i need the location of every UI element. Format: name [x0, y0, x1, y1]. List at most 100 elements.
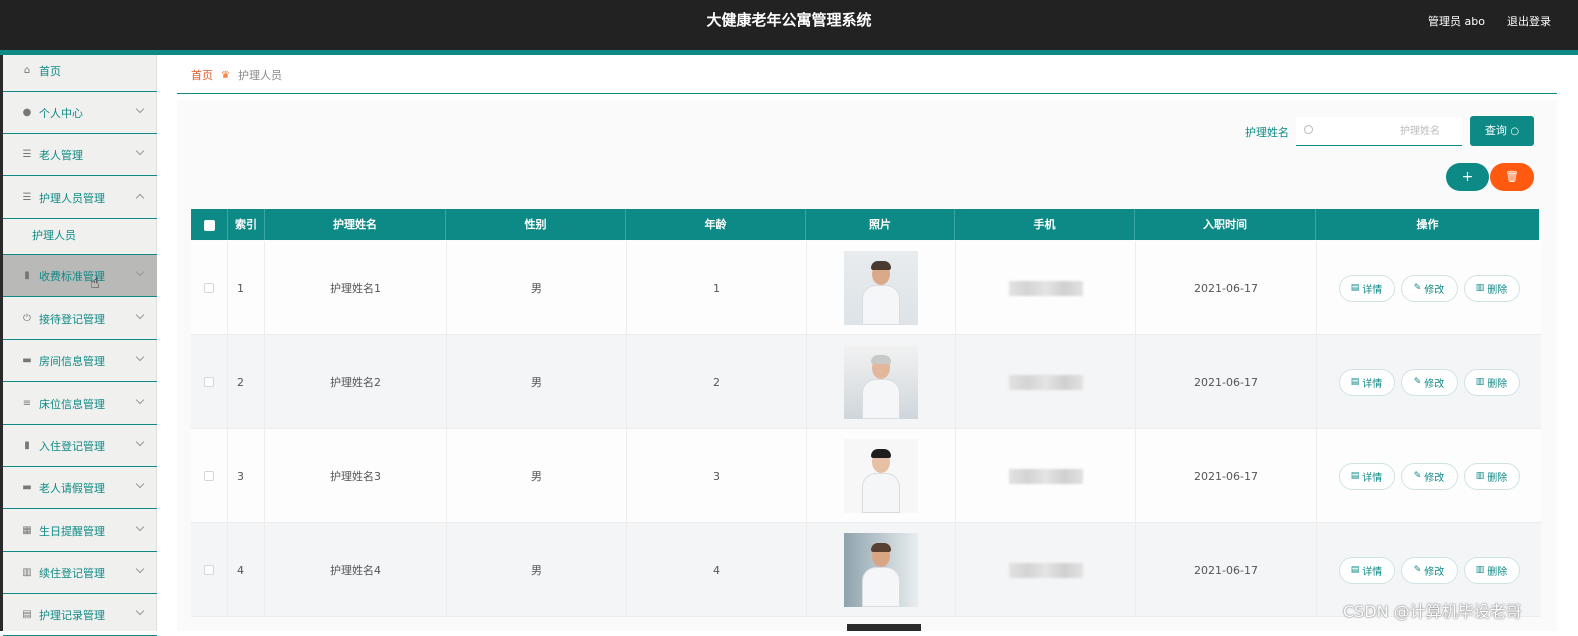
- pencil-icon: ✎: [1413, 283, 1422, 293]
- batch-delete-button[interactable]: 🗑: [1490, 163, 1534, 191]
- age-cell: 4: [627, 523, 807, 617]
- sidebar-item-care-records[interactable]: ▤ 护理记录管理: [3, 594, 157, 636]
- sidebar-item-label: 房间信息管理: [39, 354, 105, 368]
- sidebar-item-bed-info[interactable]: ≡ 床位信息管理: [3, 383, 157, 425]
- document-icon: ▤: [1350, 283, 1360, 293]
- age-cell: 1: [627, 241, 807, 335]
- chevron-down-icon: [135, 564, 145, 574]
- phone-redacted: [1008, 374, 1083, 390]
- grid-icon: ▦: [22, 525, 32, 536]
- detail-button[interactable]: ▤ 详情: [1338, 462, 1395, 490]
- joined-cell: 2021-06-17: [1136, 429, 1317, 523]
- sidebar-item-leave[interactable]: ▬ 老人请假管理: [3, 467, 157, 509]
- breadcrumb-home[interactable]: 首页: [191, 67, 213, 83]
- delete-button[interactable]: ▥ 删除: [1463, 556, 1520, 584]
- delete-button[interactable]: ▥ 删除: [1463, 462, 1520, 490]
- chevron-up-icon: [135, 193, 145, 203]
- sidebar-item-label: 护理记录管理: [39, 608, 105, 622]
- select-all-checkbox[interactable]: [203, 219, 215, 231]
- pencil-icon: ✎: [1413, 377, 1422, 387]
- delete-label: 删除: [1487, 284, 1508, 296]
- add-button[interactable]: +: [1446, 163, 1489, 191]
- sidebar-item-elder-management[interactable]: ☰ 老人管理: [3, 134, 157, 176]
- sidebar-item-label: 续住登记管理: [39, 566, 105, 580]
- detail-button[interactable]: ▤ 详情: [1338, 274, 1395, 302]
- row-select-cell: [191, 523, 228, 617]
- row-checkbox[interactable]: [204, 471, 214, 481]
- trash-icon: ▥: [1475, 283, 1485, 293]
- sidebar-item-label: 床位信息管理: [39, 397, 105, 411]
- name-cell: 护理姓名2: [265, 335, 447, 429]
- sidebar-subitem-nurses[interactable]: 护理人员: [3, 217, 157, 255]
- sidebar-item-nurse-management[interactable]: ☰ 护理人员管理: [3, 177, 157, 219]
- search-icon: ○: [1510, 126, 1520, 137]
- chevron-down-icon: [135, 352, 145, 362]
- sidebar-item-checkin[interactable]: ▮ 入住登记管理: [3, 425, 157, 467]
- index-cell: 2: [228, 335, 265, 429]
- query-button-label: 查询: [1484, 124, 1507, 137]
- user-icon: ●: [22, 107, 32, 118]
- row-select-cell: [191, 335, 228, 429]
- search-field: [1296, 117, 1462, 146]
- sidebar-item-label: 老人管理: [39, 148, 83, 162]
- nurse-photo: [844, 439, 918, 513]
- breadcrumb-separator-icon: ♛: [221, 69, 230, 81]
- edit-button[interactable]: ✎ 修改: [1400, 274, 1458, 302]
- row-checkbox[interactable]: [204, 565, 214, 575]
- document-icon: ▤: [22, 609, 32, 620]
- column-header: 索引: [228, 209, 265, 240]
- joined-cell: 2021-06-17: [1136, 523, 1317, 617]
- index-cell: 4: [228, 523, 265, 617]
- edit-label: 修改: [1424, 566, 1445, 578]
- edit-button[interactable]: ✎ 修改: [1400, 462, 1458, 490]
- row-checkbox[interactable]: [204, 377, 214, 387]
- trash-icon: ▥: [1475, 471, 1485, 481]
- photo-cell: [807, 429, 956, 523]
- phone-redacted: [1008, 280, 1083, 296]
- query-button[interactable]: 查询 ○: [1470, 116, 1534, 146]
- delete-button[interactable]: ▥ 删除: [1463, 368, 1520, 396]
- hand-cursor-icon: ☝: [90, 273, 100, 292]
- search-input[interactable]: [1318, 122, 1458, 140]
- column-header: 性别: [446, 209, 626, 240]
- gender-cell: 男: [447, 523, 627, 617]
- photo-cell: [807, 241, 956, 335]
- sidebar-item-reception[interactable]: ⏻ 接待登记管理: [3, 298, 157, 340]
- sidebar-item-room-info[interactable]: ▬ 房间信息管理: [3, 340, 157, 382]
- actions-cell: ▤ 详情 ✎ 修改 ▥ 删除: [1317, 335, 1541, 429]
- chevron-down-icon: [135, 146, 145, 156]
- clipboard-icon: ▮: [24, 270, 30, 281]
- detail-button[interactable]: ▤ 详情: [1338, 368, 1395, 396]
- name-cell: 护理姓名4: [265, 523, 447, 617]
- power-icon: ⏻: [23, 313, 31, 324]
- sidebar-item-fee-standard[interactable]: ▮ 收费标准管理: [3, 255, 157, 297]
- sidebar-item-home[interactable]: ⌂ 首页: [3, 50, 157, 92]
- name-cell: 护理姓名1: [265, 241, 447, 335]
- row-checkbox[interactable]: [204, 283, 214, 293]
- sidebar-item-label: 入住登记管理: [39, 439, 105, 453]
- column-header: 照片: [806, 209, 955, 240]
- document-icon: ▤: [1350, 471, 1360, 481]
- index-cell: 3: [228, 429, 265, 523]
- edit-button[interactable]: ✎ 修改: [1400, 368, 1458, 396]
- photo-cell: [807, 523, 956, 617]
- sidebar-item-label: 老人请假管理: [39, 481, 105, 495]
- age-cell: 3: [627, 429, 807, 523]
- sidebar-item-label: 个人中心: [39, 106, 83, 120]
- detail-label: 详情: [1362, 284, 1383, 296]
- sidebar-item-label: 接待登记管理: [39, 312, 105, 326]
- phone-cell: [956, 335, 1136, 429]
- app-title: 大健康老年公寓管理系统: [706, 11, 872, 29]
- trash-icon: ▥: [1475, 377, 1485, 387]
- chevron-down-icon: [135, 267, 145, 277]
- logout-link[interactable]: 退出登录: [1507, 13, 1551, 29]
- gender-cell: 男: [447, 241, 627, 335]
- gender-cell: 男: [447, 335, 627, 429]
- edit-button[interactable]: ✎ 修改: [1400, 556, 1458, 584]
- detail-button[interactable]: ▤ 详情: [1338, 556, 1395, 584]
- list-icon: ☰: [22, 149, 32, 160]
- sidebar-item-personal-center[interactable]: ● 个人中心: [3, 92, 157, 134]
- sidebar-item-renewal[interactable]: ▥ 续住登记管理: [3, 552, 157, 594]
- sidebar-item-birthday[interactable]: ▦ 生日提醒管理: [3, 510, 157, 552]
- delete-button[interactable]: ▥ 删除: [1463, 274, 1520, 302]
